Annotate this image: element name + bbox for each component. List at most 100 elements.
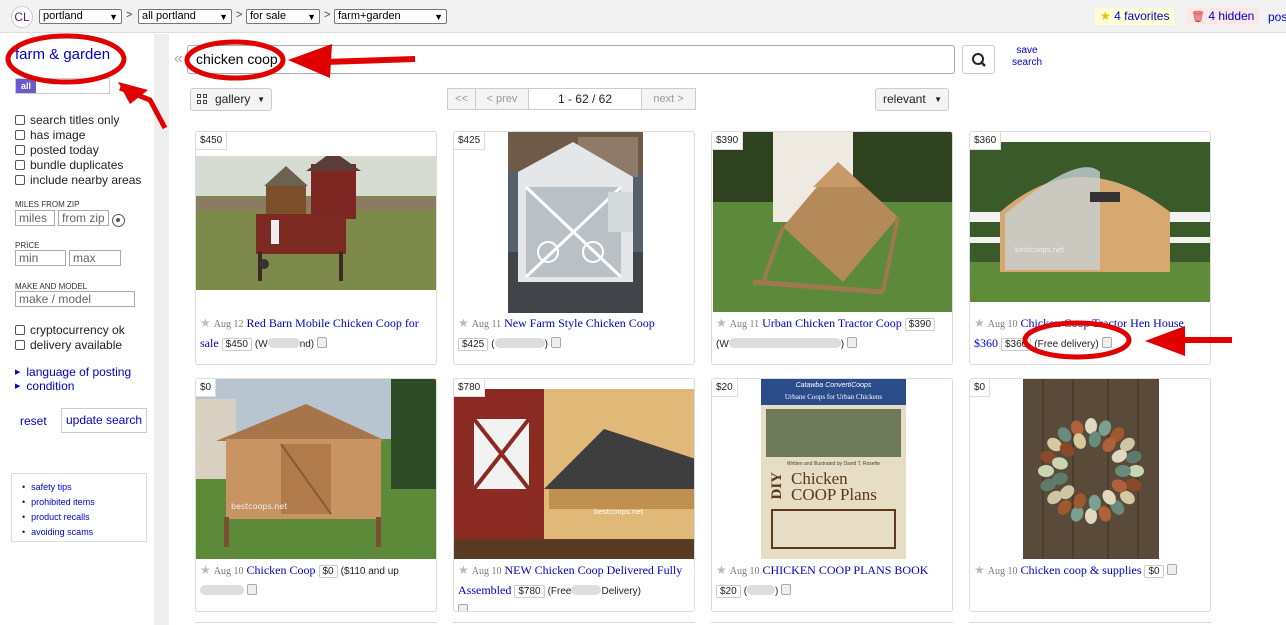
breadcrumb-separator: > bbox=[324, 9, 331, 21]
hide-icon[interactable] bbox=[847, 337, 858, 348]
price-tag: $390 bbox=[712, 132, 744, 150]
product-recalls-link[interactable]: product recalls bbox=[22, 510, 146, 525]
listing-image[interactable]: Catawba ConvertiCoops Urbane Coops for U… bbox=[761, 379, 906, 559]
breadcrumb-separator: > bbox=[236, 9, 243, 21]
listing-date: Aug 10 bbox=[729, 566, 760, 577]
sort-select[interactable]: relevant ▼ bbox=[875, 88, 949, 111]
listing-image[interactable]: bestcoops.net bbox=[454, 389, 694, 559]
miles-input[interactable]: miles bbox=[15, 210, 55, 226]
listing-card[interactable]: $390 ★ Aug 11 Urban Chicken Tractor Coop $… bbox=[711, 131, 953, 365]
star-icon[interactable]: ★ bbox=[200, 563, 211, 577]
crypto-checkbox[interactable]: cryptocurrency ok bbox=[15, 323, 125, 337]
save-search-link[interactable]: save search bbox=[1008, 45, 1046, 69]
book-diy: DIY bbox=[769, 472, 785, 500]
listing-title[interactable]: CHICKEN COOP PLANS BOOK bbox=[763, 563, 929, 577]
listing-image[interactable]: bestcoops.net bbox=[196, 379, 436, 559]
next-page-button[interactable]: next > bbox=[641, 88, 696, 110]
zip-input[interactable]: from zip bbox=[58, 210, 109, 226]
hide-icon[interactable] bbox=[317, 337, 328, 348]
nearby-areas-checkbox[interactable]: include nearby areas bbox=[15, 173, 141, 187]
chicken-coop-photo: bestcoops.net bbox=[196, 379, 436, 559]
listing-title[interactable]: Urban Chicken Tractor Coop bbox=[762, 316, 902, 330]
prohibited-items-link[interactable]: prohibited items bbox=[22, 495, 146, 510]
listing-title[interactable]: New Farm Style Chicken Coop bbox=[504, 316, 655, 330]
craigslist-logo[interactable]: CL bbox=[11, 6, 33, 28]
listing-image[interactable] bbox=[196, 156, 436, 290]
section-select[interactable]: for sale ▼ bbox=[246, 9, 320, 24]
safety-tips-link[interactable]: safety tips bbox=[22, 480, 146, 495]
listing-title[interactable]: Chicken Coop Tractor Hen House bbox=[1021, 316, 1184, 330]
language-expander[interactable]: ▶ language of posting bbox=[15, 365, 131, 379]
post-link[interactable]: pos bbox=[1268, 10, 1286, 24]
star-icon[interactable]: ★ bbox=[974, 316, 985, 330]
listing-card[interactable]: $450 ★ Aug 12 Red Barn Mobile Chicken Coop… bbox=[195, 131, 437, 365]
owner-tabs: all bbox=[15, 78, 110, 94]
hide-icon[interactable] bbox=[1101, 337, 1112, 348]
search-input[interactable]: chicken coop bbox=[187, 45, 955, 74]
hidden-button[interactable]: 🗑 4 hidden bbox=[1186, 8, 1260, 25]
condition-expander[interactable]: ▶ condition bbox=[15, 379, 74, 393]
view-mode-select[interactable]: gallery ▼ bbox=[190, 88, 272, 111]
tractor-coop-photo bbox=[713, 132, 952, 312]
listing-title-price[interactable]: $360 bbox=[974, 336, 998, 350]
collapse-sidebar-icon[interactable]: « bbox=[174, 50, 183, 68]
bundle-duplicates-checkbox[interactable]: bundle duplicates bbox=[15, 158, 123, 172]
triangle-right-icon: ▶ bbox=[15, 369, 21, 376]
hide-icon[interactable] bbox=[550, 337, 561, 348]
city-select[interactable]: portland ▼ bbox=[39, 9, 122, 24]
listing-image[interactable] bbox=[1023, 379, 1159, 559]
chevron-down-icon: ▼ bbox=[219, 12, 228, 22]
area-select[interactable]: all portland ▼ bbox=[138, 9, 232, 24]
redacted-text bbox=[494, 338, 545, 348]
prev-page-button[interactable]: < prev bbox=[475, 88, 529, 110]
checkbox-label: bundle duplicates bbox=[30, 158, 124, 172]
locate-icon[interactable] bbox=[112, 214, 125, 227]
reset-link[interactable]: reset bbox=[20, 414, 47, 428]
category-title[interactable]: farm & garden bbox=[15, 46, 110, 63]
hide-icon[interactable] bbox=[247, 584, 257, 595]
listing-title[interactable]: Chicken coop & supplies bbox=[1021, 563, 1142, 577]
listing-card[interactable]: $360 bestcoops.net ★ Aug 10 Chicken Coop T… bbox=[969, 131, 1211, 365]
star-icon[interactable]: ★ bbox=[716, 563, 727, 577]
listing-image[interactable] bbox=[713, 132, 952, 312]
hide-icon[interactable] bbox=[781, 584, 792, 595]
listing-location-end: ) bbox=[840, 339, 845, 350]
listing-meta: ★ Aug 12 Red Barn Mobile Chicken Coop for … bbox=[200, 314, 432, 354]
category-select[interactable]: farm+garden ▼ bbox=[334, 9, 447, 24]
search-button[interactable] bbox=[962, 45, 995, 74]
listing-card[interactable]: $0 bestcoops.net ★ Aug 10 Chicken Coop $0 … bbox=[195, 378, 437, 612]
first-page-button[interactable]: << bbox=[447, 88, 476, 110]
chevron-down-icon: ▼ bbox=[934, 95, 942, 104]
listing-title[interactable]: Chicken Coop bbox=[247, 563, 316, 577]
listing-meta: ★ Aug 10 NEW Chicken Coop Delivered Fully … bbox=[458, 561, 690, 611]
make-model-input[interactable]: make / model bbox=[15, 291, 135, 307]
listing-date: Aug 10 bbox=[987, 319, 1018, 330]
star-icon[interactable]: ★ bbox=[458, 316, 469, 330]
star-icon[interactable]: ★ bbox=[458, 563, 469, 577]
listing-card[interactable]: $425 ★ Aug 11 New Farm Style Chicken Coop … bbox=[453, 131, 695, 365]
star-icon[interactable]: ★ bbox=[716, 316, 727, 330]
hide-icon[interactable] bbox=[458, 604, 468, 611]
hide-icon[interactable] bbox=[1166, 564, 1177, 575]
star-icon[interactable]: ★ bbox=[974, 563, 985, 577]
update-search-button[interactable]: update search bbox=[61, 408, 147, 433]
expander-label: condition bbox=[26, 379, 75, 393]
listing-location: ($110 and up bbox=[340, 566, 399, 577]
listing-image[interactable]: bestcoops.net bbox=[970, 142, 1210, 302]
star-icon[interactable]: ★ bbox=[200, 316, 211, 330]
tab-all[interactable]: all bbox=[16, 79, 36, 93]
min-price-input[interactable]: min bbox=[15, 250, 66, 266]
price-tag: $0 bbox=[196, 379, 217, 397]
listing-image[interactable] bbox=[508, 132, 643, 313]
avoiding-scams-link[interactable]: avoiding scams bbox=[22, 525, 146, 540]
delivery-checkbox[interactable]: delivery available bbox=[15, 338, 122, 352]
listing-card[interactable]: $780 bestcoops.net ★ Aug 10 NEW Chicken Co… bbox=[453, 378, 695, 612]
has-image-checkbox[interactable]: has image bbox=[15, 128, 85, 142]
listing-card[interactable]: $20 Catawba ConvertiCoops Urbane Coops f… bbox=[711, 378, 953, 612]
sidebar-gutter[interactable] bbox=[155, 34, 169, 625]
favorites-button[interactable]: ★ 4 favorites bbox=[1095, 8, 1175, 25]
listing-card[interactable]: $0 ★ Aug 10 Chicken coop & supplies $0 bbox=[969, 378, 1211, 612]
posted-today-checkbox[interactable]: posted today bbox=[15, 143, 99, 157]
search-titles-checkbox[interactable]: search titles only bbox=[15, 113, 119, 127]
max-price-input[interactable]: max bbox=[69, 250, 121, 266]
